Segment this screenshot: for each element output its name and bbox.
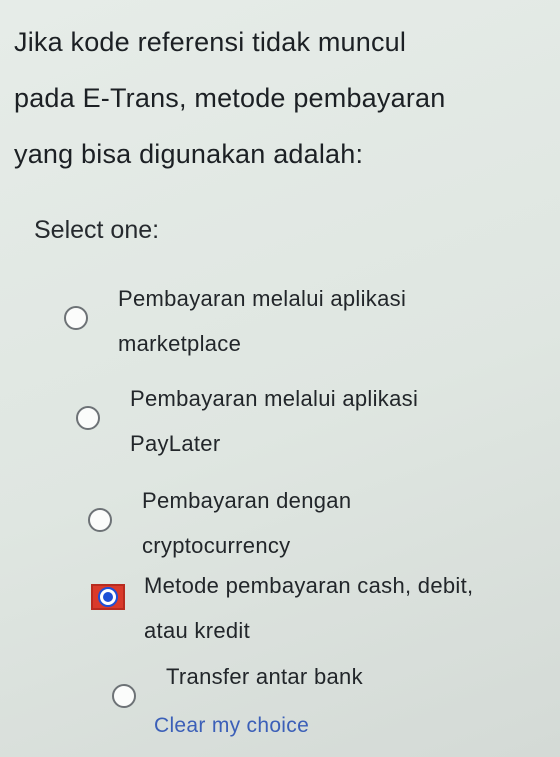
- answer-option-line-1: Pembayaran dengan: [142, 488, 352, 513]
- radio-dot-icon: [103, 592, 113, 602]
- answer-option-line-2: atau kredit: [144, 618, 251, 643]
- answer-option-cash-debit-kredit[interactable]: Metode pembayaran cash, debit, atau kred…: [91, 573, 473, 653]
- answer-option-label: Transfer antar bank: [166, 654, 363, 699]
- answer-option-label: Pembayaran dengan cryptocurrency: [142, 478, 351, 568]
- answer-option-paylater[interactable]: Pembayaran melalui aplikasi PayLater: [76, 376, 418, 466]
- radio-button-empty-icon[interactable]: [88, 508, 112, 532]
- answer-option-cryptocurrency[interactable]: Pembayaran dengan cryptocurrency: [88, 478, 351, 568]
- answer-option-line-1: Pembayaran melalui aplikasi: [130, 386, 419, 411]
- select-one-label: Select one:: [34, 216, 160, 244]
- radio-button-selected-icon[interactable]: [98, 587, 118, 607]
- answer-option-label: Pembayaran melalui aplikasi PayLater: [130, 376, 418, 466]
- radio-button-empty-icon[interactable]: [112, 684, 136, 708]
- answer-option-line-1: Pembayaran melalui aplikasi: [118, 286, 407, 311]
- answer-option-label: Pembayaran melalui aplikasi marketplace: [118, 276, 406, 366]
- clear-my-choice-link[interactable]: Clear my choice: [154, 714, 309, 738]
- answer-option-line-1: Transfer antar bank: [166, 664, 363, 689]
- answer-option-transfer-antar-bank[interactable]: Transfer antar bank: [112, 654, 363, 708]
- question-text: Jika kode referensi tidak muncul pada E-…: [14, 14, 544, 182]
- radio-button-empty-icon[interactable]: [64, 306, 88, 330]
- answer-option-line-2: marketplace: [118, 331, 242, 356]
- question-line-1: Jika kode referensi tidak muncul: [14, 27, 407, 57]
- answer-option-line-1: Metode pembayaran cash, debit,: [144, 573, 474, 598]
- question-line-3: yang bisa digunakan adalah:: [14, 139, 364, 169]
- answer-option-label: Metode pembayaran cash, debit, atau kred…: [144, 563, 473, 653]
- radio-button-empty-icon[interactable]: [76, 406, 100, 430]
- answer-option-line-2: PayLater: [130, 431, 221, 456]
- selected-highlight[interactable]: [91, 584, 125, 610]
- question-line-2: pada E-Trans, metode pembayaran: [14, 83, 446, 113]
- answer-option-marketplace[interactable]: Pembayaran melalui aplikasi marketplace: [64, 276, 406, 366]
- answer-option-line-2: cryptocurrency: [142, 533, 291, 558]
